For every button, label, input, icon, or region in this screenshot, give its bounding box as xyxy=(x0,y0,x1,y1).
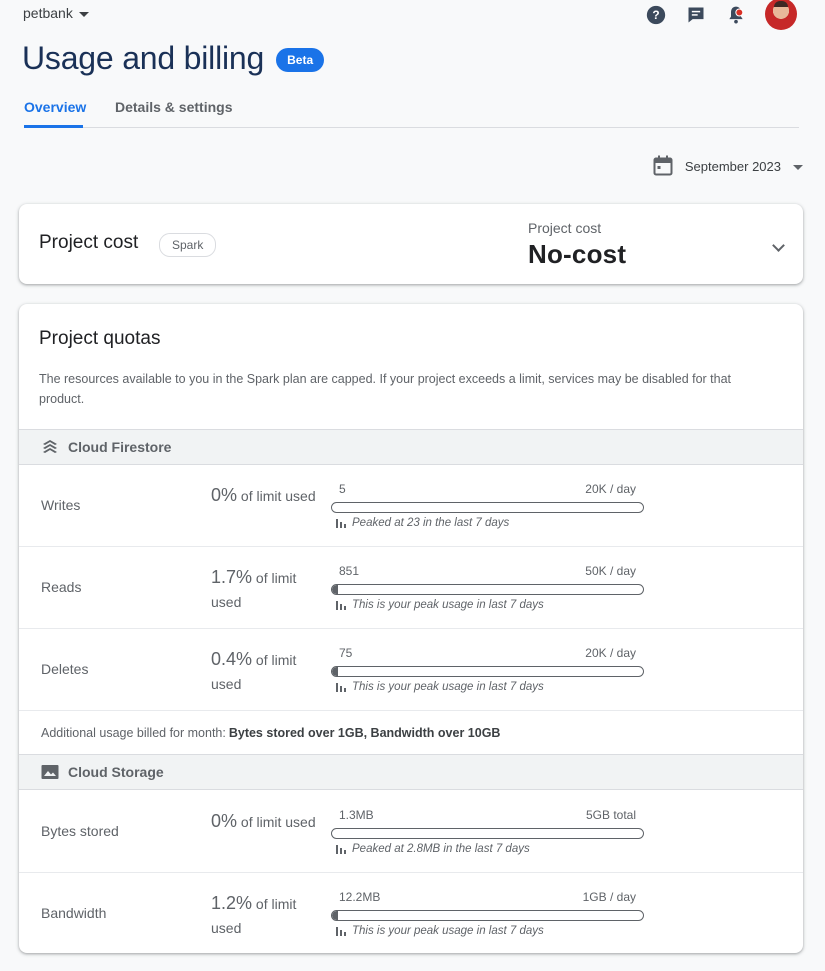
quota-percent-value: 1.7% xyxy=(211,567,253,587)
quota-row: Deletes 0.4% of limit used 75 20K / day T… xyxy=(19,629,803,711)
usage-value: 75 xyxy=(339,646,353,660)
quota-percent-value: 0.4% xyxy=(211,649,253,669)
section-title: Cloud Firestore xyxy=(68,439,172,455)
calendar-icon xyxy=(653,155,673,176)
quota-name: Bandwidth xyxy=(41,905,107,921)
usage-note: This is your peak usage in last 7 days xyxy=(352,599,544,611)
usage-note: This is your peak usage in last 7 days xyxy=(352,681,544,693)
usage-limit: 50K / day xyxy=(585,564,636,578)
caret-down-icon xyxy=(78,11,89,17)
page-title: Usage and billing xyxy=(22,40,265,76)
usage-bar xyxy=(331,910,644,921)
usage-note: Peaked at 23 in the last 7 days xyxy=(352,517,510,529)
quota-percent: 1.2% of limit used xyxy=(211,891,321,940)
additional-usage-label: Additional usage billed for month: xyxy=(41,725,226,740)
quota-percent-value: 0% xyxy=(211,811,238,831)
usage-bar-fill xyxy=(332,667,339,676)
quota-name: Deletes xyxy=(41,661,89,677)
quota-percent: 0.4% of limit used xyxy=(211,647,321,696)
project-switcher[interactable]: petbank xyxy=(23,5,89,21)
top-bar: petbank ? xyxy=(0,0,825,32)
bar-chart-icon xyxy=(336,927,346,936)
quota-row: Bytes stored 0% of limit used 1.3MB 5GB t… xyxy=(19,791,803,873)
quota-percent: 0% of limit used xyxy=(211,809,321,834)
project-quotas-title: Project quotas xyxy=(39,328,161,349)
quota-row: Bandwidth 1.2% of limit used 12.2MB 1GB /… xyxy=(19,873,803,953)
quota-percent-value: 1.2% xyxy=(211,893,253,913)
beta-badge: Beta xyxy=(276,47,325,72)
quota-name: Reads xyxy=(41,579,82,595)
month-picker[interactable]: September 2023 xyxy=(653,155,803,177)
usage-value: 12.2MB xyxy=(339,890,381,904)
quota-usage: 851 50K / day This is your peak usage in … xyxy=(331,564,644,611)
usage-limit: 20K / day xyxy=(585,482,636,496)
quota-usage: 1.3MB 5GB total Peaked at 2.8MB in the la… xyxy=(331,808,644,855)
quota-percent-suffix: of limit used xyxy=(240,488,316,504)
quota-row: Reads 1.7% of limit used 851 50K / day Th… xyxy=(19,547,803,629)
quota-percent: 0% of limit used xyxy=(211,483,321,508)
svg-text:?: ? xyxy=(652,8,659,22)
project-cost-card[interactable]: Project cost Spark Project cost No-cost xyxy=(19,204,803,284)
quota-usage: 5 20K / day Peaked at 23 in the last 7 da… xyxy=(331,482,644,529)
section-cloud-storage: Cloud Storage xyxy=(19,754,803,790)
firestore-icon xyxy=(43,440,57,453)
quota-usage: 12.2MB 1GB / day This is your peak usage … xyxy=(331,890,644,937)
active-tab-indicator xyxy=(24,125,83,128)
usage-bar-fill xyxy=(332,911,339,920)
project-cost-title: Project cost xyxy=(39,232,139,253)
feedback-icon[interactable] xyxy=(685,4,707,26)
month-label: September 2023 xyxy=(684,158,781,174)
additional-usage-items: Bytes stored over 1GB, Bandwidth over 10… xyxy=(228,725,501,740)
notifications-icon[interactable] xyxy=(725,4,747,26)
usage-limit: 1GB / day xyxy=(582,890,636,904)
section-title: Cloud Storage xyxy=(68,764,164,780)
bar-chart-icon xyxy=(336,845,346,854)
bar-chart-icon xyxy=(336,519,346,528)
tab-bar: Overview Details & settings xyxy=(24,90,799,128)
additional-usage-note: Additional usage billed for month: Bytes… xyxy=(19,710,803,755)
chevron-down-icon[interactable] xyxy=(772,239,785,252)
plan-chip: Spark xyxy=(159,233,217,257)
usage-note: This is your peak usage in last 7 days xyxy=(352,925,544,937)
tab-details-settings[interactable]: Details & settings xyxy=(115,99,232,115)
quota-percent-suffix: of limit used xyxy=(240,814,316,830)
usage-bar xyxy=(331,828,644,839)
usage-bar xyxy=(331,502,644,513)
usage-bar-fill xyxy=(332,585,339,594)
usage-value: 5 xyxy=(339,482,346,496)
usage-limit: 5GB total xyxy=(585,808,636,822)
tab-overview[interactable]: Overview xyxy=(24,99,86,115)
project-quotas-card: Project quotas The resources available t… xyxy=(19,304,803,953)
usage-note: Peaked at 2.8MB in the last 7 days xyxy=(352,843,530,855)
page-header: Usage and billing Beta xyxy=(22,40,325,77)
quota-usage: 75 20K / day This is your peak usage in l… xyxy=(331,646,644,693)
image-icon xyxy=(41,765,59,779)
bar-chart-icon xyxy=(336,601,346,610)
quota-name: Bytes stored xyxy=(41,823,119,839)
usage-bar xyxy=(331,666,644,677)
section-cloud-firestore: Cloud Firestore xyxy=(19,429,803,465)
usage-value: 1.3MB xyxy=(339,808,374,822)
bar-chart-icon xyxy=(336,683,346,692)
quota-percent: 1.7% of limit used xyxy=(211,565,321,614)
help-icon[interactable]: ? xyxy=(645,4,667,26)
avatar[interactable] xyxy=(765,0,797,30)
caret-down-icon xyxy=(793,164,803,170)
quota-name: Writes xyxy=(41,497,81,513)
project-cost-value: No-cost xyxy=(528,239,627,269)
usage-value: 851 xyxy=(339,564,360,578)
top-icons: ? xyxy=(645,0,797,30)
project-name: petbank xyxy=(23,5,73,21)
usage-bar xyxy=(331,584,644,595)
quota-row: Writes 0% of limit used 5 20K / day Peake… xyxy=(19,465,803,547)
quota-percent-value: 0% xyxy=(211,485,238,505)
quotas-description: The resources available to you in the Sp… xyxy=(39,372,732,406)
project-cost-label: Project cost xyxy=(528,220,602,236)
usage-limit: 20K / day xyxy=(585,646,636,660)
